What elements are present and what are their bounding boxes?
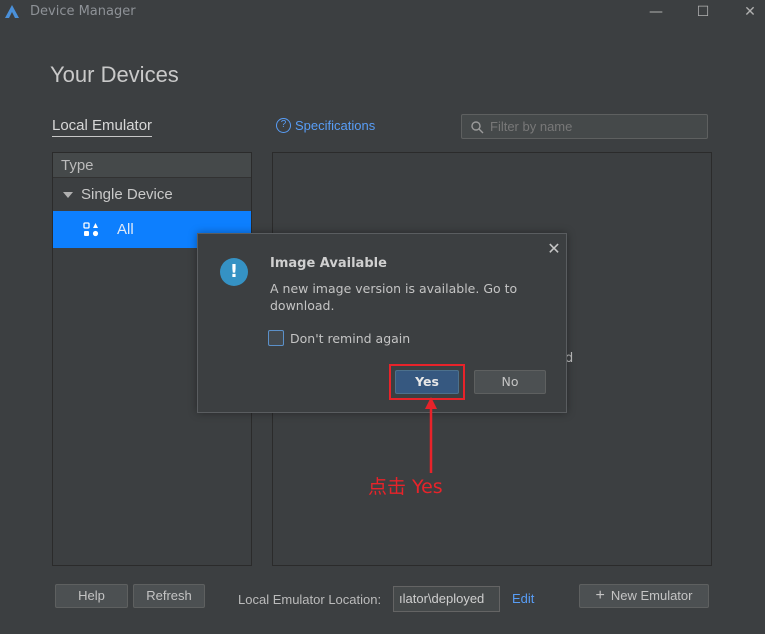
search-icon <box>471 120 484 133</box>
yes-button[interactable]: Yes <box>395 370 459 394</box>
help-button[interactable]: Help <box>55 584 128 608</box>
annotation-text: 点击 Yes <box>368 476 443 498</box>
close-window-button[interactable]: ✕ <box>740 2 760 22</box>
yes-highlight-box: Yes <box>389 364 465 400</box>
maximize-button[interactable]: ☐ <box>693 2 713 22</box>
location-label: Local Emulator Location: <box>238 592 382 607</box>
refresh-button[interactable]: Refresh <box>133 584 205 608</box>
window-title: Device Manager <box>30 4 136 19</box>
annotation-arrow-icon <box>425 397 437 473</box>
app-logo-icon <box>5 5 19 18</box>
category-grid-icon <box>83 221 99 236</box>
dont-remind-label: Don't remind again <box>290 330 411 346</box>
new-emulator-button[interactable]: + New Emulator <box>579 584 709 608</box>
tab-local-emulator[interactable]: Local Emulator <box>52 117 153 137</box>
location-field[interactable]: ılator\deployed <box>393 586 500 612</box>
dont-remind-checkbox[interactable] <box>268 330 284 346</box>
no-button[interactable]: No <box>474 370 546 394</box>
image-available-dialog: ✕ ! Image Available A new image version … <box>197 233 567 413</box>
type-column-header: Type <box>53 153 251 178</box>
dialog-title: Image Available <box>270 256 387 271</box>
info-alert-icon: ! <box>220 258 248 286</box>
page-title: Your Devices <box>50 62 179 87</box>
filter-box <box>461 114 708 139</box>
tree-group-single-device[interactable]: Single Device <box>53 178 251 211</box>
caret-down-icon[interactable] <box>63 191 73 198</box>
title-bar: Device Manager — ☐ ✕ <box>0 0 765 24</box>
tree-item-label: All <box>117 221 134 238</box>
specifications-label: Specifications <box>295 118 376 133</box>
new-emulator-label: New Emulator <box>610 588 693 603</box>
filter-input[interactable] <box>490 119 690 134</box>
dialog-message: A new image version is available. Go to … <box>270 281 518 313</box>
dont-remind-checkbox-row[interactable]: Don't remind again <box>268 330 410 346</box>
edit-location-link[interactable]: Edit <box>512 591 534 606</box>
help-circle-icon: ? <box>276 118 291 133</box>
plus-icon: + <box>595 587 605 604</box>
specifications-link[interactable]: ? Specifications <box>276 118 375 133</box>
minimize-button[interactable]: — <box>646 2 666 22</box>
dialog-close-icon[interactable]: ✕ <box>546 239 562 258</box>
tree-group-label: Single Device <box>81 186 173 203</box>
